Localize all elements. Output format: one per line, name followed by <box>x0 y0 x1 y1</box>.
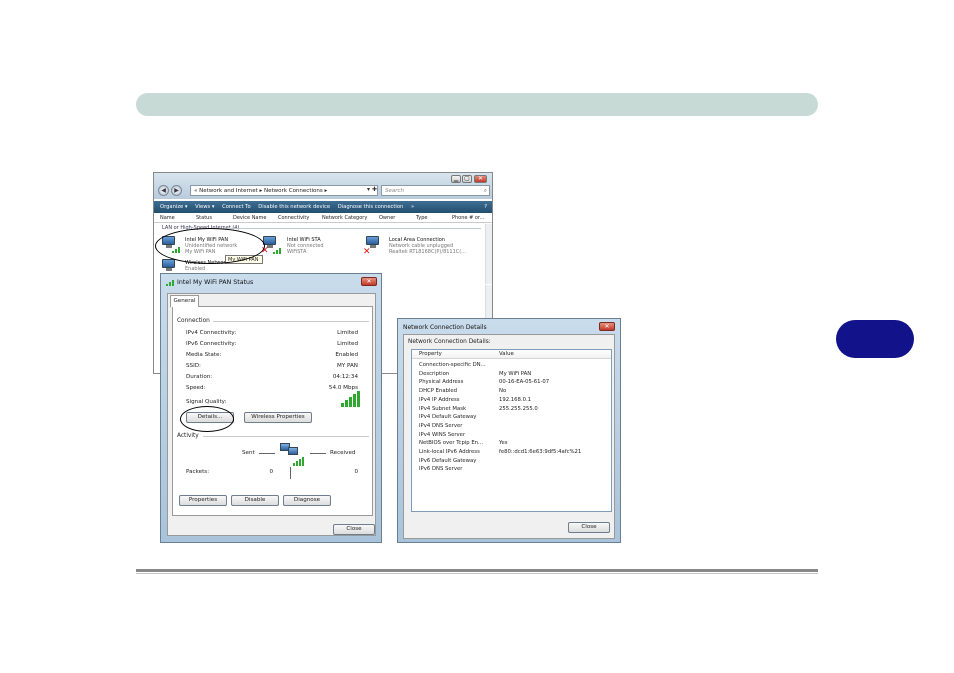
table-row[interactable]: IPv4 Default Gateway <box>412 413 611 422</box>
ssid-value: MY PAN <box>336 363 358 369</box>
received-label: Received <box>330 450 356 456</box>
highlight-ellipse <box>155 228 265 264</box>
table-row[interactable]: Link-local IPv6 Address fe80::dcd1:6e63:9… <box>412 448 611 457</box>
table-row[interactable]: IPv6 DNS Server <box>412 465 611 474</box>
scrollbar[interactable] <box>485 224 492 284</box>
received-line <box>310 453 326 454</box>
close-dialog-button[interactable]: Close <box>568 522 610 533</box>
ipv4-connectivity-label: IPv4 Connectivity: <box>186 330 237 336</box>
table-row[interactable]: Connection-specific DN... <box>412 361 611 370</box>
disable-button[interactable]: Disable <box>231 495 279 506</box>
connection-details-dialog: Network Connection Details ✕ Network Con… <box>397 318 621 543</box>
sent-label: Sent <box>242 450 255 456</box>
forward-button[interactable]: ▶ <box>171 185 182 196</box>
duration-label: Duration: <box>186 374 213 380</box>
packets-sent-value: 0 <box>269 469 273 475</box>
chapter-tab <box>836 320 914 358</box>
close-button[interactable]: ✕ <box>361 277 377 286</box>
diagnose-connection-button[interactable]: Diagnose this connection <box>338 204 404 210</box>
details-list-header: Property Value <box>412 350 611 359</box>
close-button[interactable]: ✕ <box>474 175 487 183</box>
ssid-label: SSID: <box>186 363 201 369</box>
minimize-button[interactable]: ▁ <box>451 175 461 183</box>
search-input[interactable]: Search ⌕ <box>381 185 490 196</box>
address-bar[interactable]: « Network and Internet ▸ Network Connect… <box>190 185 378 196</box>
help-icon[interactable]: ? <box>484 201 487 213</box>
section-divider <box>203 436 369 437</box>
column-header[interactable]: Status <box>196 214 212 223</box>
table-row[interactable]: IPv4 WINS Server <box>412 431 611 440</box>
column-header[interactable]: Property <box>419 350 442 359</box>
section-divider <box>213 321 369 322</box>
organize-menu[interactable]: Organize ▾ <box>160 204 188 210</box>
packets-label: Packets: <box>186 469 210 475</box>
table-row[interactable]: IPv6 Default Gateway <box>412 457 611 466</box>
duration-value: 04:12:34 <box>332 374 358 380</box>
ipv6-connectivity-value: Limited <box>337 341 358 347</box>
column-header[interactable]: Value <box>499 350 514 359</box>
column-header[interactable]: Owner <box>379 214 395 223</box>
column-header[interactable]: Name <box>160 214 175 223</box>
dialog-title: Intel My WiFi PAN Status <box>177 279 254 286</box>
close-dialog-button[interactable]: Close <box>333 524 375 535</box>
packets-received-value: 0 <box>354 469 358 475</box>
wireless-properties-button[interactable]: Wireless Properties <box>244 412 312 423</box>
signal-bars-icon <box>166 280 174 286</box>
column-header[interactable]: Device Name <box>233 214 266 223</box>
table-row[interactable]: Description My WiFi PAN <box>412 370 611 379</box>
table-row[interactable]: Physical Address 00-16-EA-05-61-07 <box>412 378 611 387</box>
column-header-row: Name Status Device Name Connectivity Net… <box>154 214 492 223</box>
highlight-ellipse <box>180 406 234 432</box>
column-header[interactable]: Network Category <box>322 214 367 223</box>
activity-section-label: Activity <box>177 433 199 439</box>
details-list[interactable]: Property Value Connection-specific DN...… <box>411 349 612 512</box>
diagnose-button[interactable]: Diagnose <box>283 495 331 506</box>
activity-divider <box>290 467 291 479</box>
dialog-body: Network Connection Details: Property Val… <box>403 334 615 539</box>
tab-general[interactable]: General <box>170 295 199 307</box>
connect-to-button[interactable]: Connect To <box>222 204 251 210</box>
signal-bars-icon <box>273 246 283 254</box>
list-item[interactable]: Local Area Connection Network cable unpl… <box>389 237 466 255</box>
table-row[interactable]: IPv4 Subnet Mask 255.255.255.0 <box>412 405 611 414</box>
connection-section-label: Connection <box>177 318 210 324</box>
media-state-value: Enabled <box>335 352 358 358</box>
group-divider <box>226 228 481 229</box>
address-dropdown-icon[interactable]: ▾ ✚ <box>367 186 377 193</box>
column-header[interactable]: Connectivity <box>278 214 309 223</box>
details-label: Network Connection Details: <box>408 339 491 345</box>
media-state-label: Media State: <box>186 352 222 358</box>
column-header[interactable]: Type <box>416 214 427 223</box>
table-row[interactable]: NetBIOS over Tcpip En... Yes <box>412 439 611 448</box>
disable-device-button[interactable]: Disable this network device <box>258 204 330 210</box>
footer-rule <box>136 569 818 572</box>
views-menu[interactable]: Views ▾ <box>195 204 214 210</box>
disconnected-x-icon: ✕ <box>363 247 371 257</box>
back-button[interactable]: ◀ <box>158 185 169 196</box>
signal-quality-icon <box>341 391 360 407</box>
search-icon: ⌕ <box>483 188 487 194</box>
table-row[interactable]: DHCP Enabled No <box>412 387 611 396</box>
table-row[interactable]: IPv4 DNS Server <box>412 422 611 431</box>
more-commands-button[interactable]: » <box>411 204 414 210</box>
ipv6-connectivity-label: IPv6 Connectivity: <box>186 341 237 347</box>
speed-label: Speed: <box>186 385 206 391</box>
signal-bars-icon <box>293 457 305 466</box>
sent-line <box>259 453 275 454</box>
maximize-button[interactable]: ▢ <box>462 175 472 183</box>
network-adapter-icon <box>162 259 177 272</box>
command-toolbar: Organize ▾ Views ▾ Connect To Disable th… <box>154 201 492 213</box>
list-item[interactable]: Intel WiFi STA Not connected WiFiSTA <box>287 237 324 255</box>
properties-button[interactable]: Properties <box>179 495 227 506</box>
footer-rule <box>136 573 818 574</box>
signal-quality-label: Signal Quality: <box>186 399 227 405</box>
close-button[interactable]: ✕ <box>599 322 615 331</box>
column-header[interactable]: Phone # or... <box>452 214 484 223</box>
window-chrome: ▁ ▢ ✕ ◀ ▶ « Network and Internet ▸ Netwo… <box>154 173 492 199</box>
ipv4-connectivity-value: Limited <box>337 330 358 336</box>
dialog-title: Network Connection Details <box>403 324 487 331</box>
page-header-bar <box>136 93 818 116</box>
table-row[interactable]: IPv4 IP Address 192.168.0.1 <box>412 396 611 405</box>
